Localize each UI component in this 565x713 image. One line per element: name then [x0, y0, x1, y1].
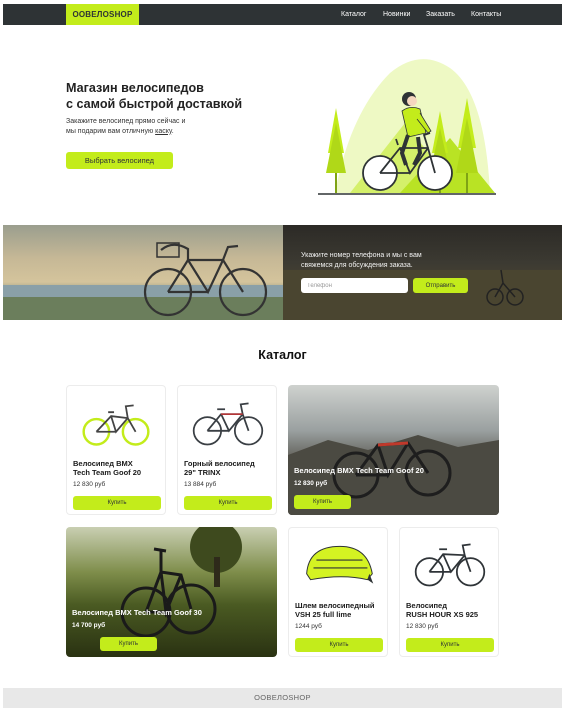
product-name-line2: RUSH HOUR XS 925 — [406, 610, 479, 619]
product-price: 1244 руб — [295, 623, 322, 630]
product-name: Горный велосипед 29" TRINX — [184, 459, 255, 477]
product-name-line1: Велосипед BMX — [73, 459, 133, 468]
cyclist-illustration — [318, 59, 496, 195]
hero-subtitle-text: мы подарим вам отличную — [66, 127, 156, 135]
mountain-bike-image — [192, 402, 264, 446]
callback-text-line1: Укажите номер телефона и мы с вам — [301, 252, 422, 259]
banner-photo-beach — [3, 225, 283, 320]
buy-button[interactable]: Купить — [295, 638, 383, 652]
product-name: Велосипед BMX Tech Team Goof 20 — [73, 459, 141, 477]
product-name: Велосипед RUSH HOUR XS 925 — [406, 601, 478, 619]
catalog-title: Каталог — [258, 348, 307, 362]
product-card[interactable]: Горный велосипед 29" TRINX 13 884 руб Ку… — [177, 385, 277, 515]
hero-title-line2: с самой быстрой доставкой — [66, 97, 243, 111]
choose-bike-button[interactable]: Выбрать велосипед — [66, 152, 173, 169]
callback-text: Укажите номер телефона и мы с вам свяжем… — [301, 251, 451, 270]
send-button[interactable]: Отправить — [413, 278, 468, 293]
product-name-line1: Велосипед — [406, 601, 447, 610]
buy-button[interactable]: Купить — [294, 495, 351, 509]
buy-button[interactable]: Купить — [73, 496, 161, 510]
nav-link-new[interactable]: Новинки — [383, 4, 410, 25]
product-price: 12 830 руб — [294, 480, 328, 487]
product-card[interactable]: Велосипед BMX Tech Team Goof 20 12 830 р… — [66, 385, 166, 515]
helmet-image — [306, 545, 374, 584]
field-photo — [283, 269, 562, 320]
product-card[interactable]: Шлем велосипедный VSH 25 full lime 1244 … — [288, 527, 388, 657]
hero-subtitle-line2: мы подарим вам отличную каску. — [66, 127, 226, 137]
hero-subtitle-line1: Закажите велосипед прямо сейчас и — [66, 118, 186, 125]
buy-button[interactable]: Купить — [100, 637, 157, 651]
product-price: 12 830 руб — [73, 481, 106, 488]
nav-link-order[interactable]: Заказать — [426, 4, 455, 25]
city-bike-image — [414, 543, 486, 587]
hero-title: Магазин велосипедов с самой быстрой дост… — [66, 80, 286, 112]
hero-title-line1: Магазин велосипедов — [66, 81, 204, 95]
product-card[interactable]: Велосипед RUSH HOUR XS 925 12 830 руб Ку… — [399, 527, 499, 657]
product-name-line2: 29" TRINX — [184, 468, 221, 477]
product-price: 12 830 руб — [406, 623, 439, 630]
product-name-line2: VSH 25 full lime — [295, 610, 352, 619]
product-price: 14 700 руб — [72, 622, 106, 629]
bmx-bike-park-photo — [120, 527, 242, 638]
hero-subtitle: Закажите велосипед прямо сейчас и мы под… — [66, 117, 226, 136]
helmet-link[interactable]: каску — [155, 128, 172, 135]
product-name: Велосипед BMX Tech Team Goof 30 — [72, 608, 202, 617]
beach-bicycle-photo — [3, 242, 283, 320]
phone-input[interactable] — [301, 278, 408, 293]
buy-button[interactable]: Купить — [184, 496, 272, 510]
callback-text-line2: свяжемся для обсуждения заказа. — [301, 261, 413, 269]
footer: ООВЕЛОSHOP — [3, 688, 562, 708]
product-name-line1: Горный велосипед — [184, 459, 255, 468]
logo[interactable]: ООВЕЛОSHOP — [66, 4, 139, 25]
product-card-featured[interactable]: Велосипед BMX Tech Team Goof 30 14 700 р… — [66, 527, 277, 657]
nav-link-catalog[interactable]: Каталог — [341, 4, 366, 25]
product-name: Шлем велосипедный VSH 25 full lime — [295, 601, 375, 619]
nav-link-contacts[interactable]: Контакты — [471, 4, 501, 25]
product-card-featured[interactable]: Велосипед BMX Tech Team Goof 20 12 830 р… — [288, 385, 499, 515]
product-name-line1: Шлем велосипедный — [295, 601, 375, 610]
hero-subtitle-period: . — [171, 127, 174, 135]
product-name-line2: Tech Team Goof 20 — [73, 468, 142, 477]
top-header: ООВЕЛОSHOP Каталог Новинки Заказать Конт… — [3, 4, 562, 25]
bmx-bike-image — [82, 404, 150, 446]
buy-button[interactable]: Купить — [406, 638, 494, 652]
product-name: Велосипед BMX Tech Team Goof 20 — [294, 466, 424, 475]
product-price: 13 884 руб — [184, 481, 217, 488]
banner-photo-field — [283, 225, 562, 320]
